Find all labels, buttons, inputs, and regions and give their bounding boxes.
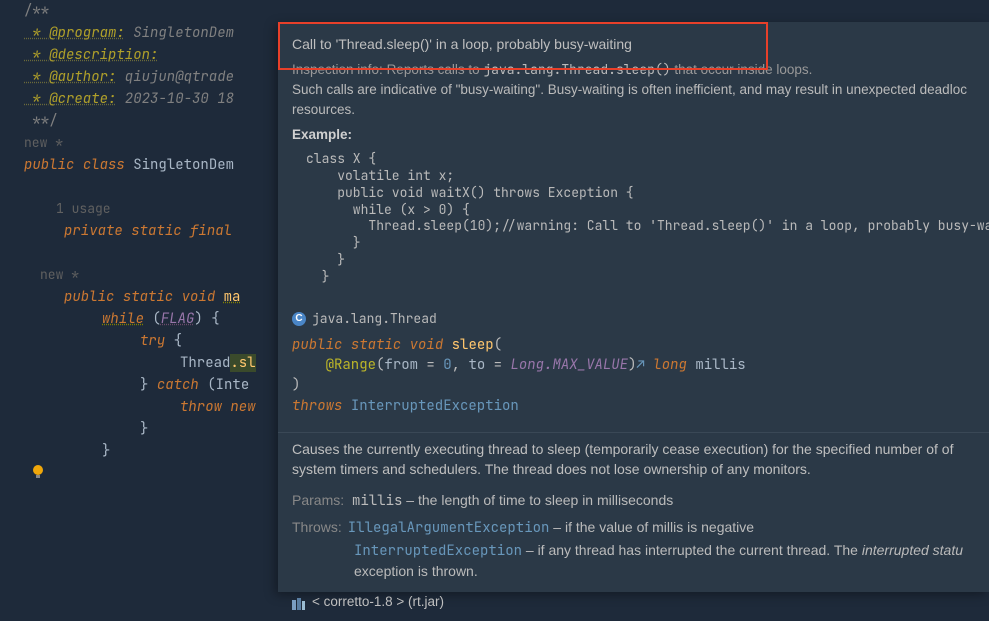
module-source[interactable]: < corretto-1.8 > (rt.jar) — [278, 582, 989, 612]
throws-section: Throws: IllegalArgumentException – if th… — [278, 511, 989, 582]
doc-comment-open: /** — [24, 0, 989, 22]
sig-method: sleep — [452, 336, 494, 354]
method-signature: public static void sleep( @Range(from = … — [292, 335, 975, 416]
sig-long: long — [653, 356, 687, 374]
throw2-text: – if any thread has interrupted the curr… — [522, 542, 862, 558]
sig-from: from — [384, 356, 418, 374]
param-name: millis — [352, 492, 402, 510]
info-text2: that occur inside loops. — [671, 62, 813, 77]
sig-param: millis — [695, 356, 745, 374]
keyword-catch: catch — [157, 376, 199, 394]
flag-ident: FLAG — [161, 310, 195, 328]
divider — [278, 432, 989, 433]
doc-tag: * @author: — [24, 68, 116, 86]
keyword-public: public — [24, 156, 74, 174]
example-label: Example: — [292, 127, 352, 142]
info-text: Reports calls to — [387, 62, 484, 77]
keyword-static: static — [131, 222, 181, 240]
class-reference[interactable]: C java.lang.Thread — [292, 310, 975, 329]
sig-zero: 0 — [443, 356, 451, 374]
thread-ident: Thread — [180, 354, 230, 372]
class-fqn: java.lang.Thread — [312, 310, 437, 329]
sig-public: public — [292, 336, 342, 354]
catch-param: (Inte — [207, 376, 249, 394]
documentation-popup: Call to 'Thread.sleep()' in a loop, prob… — [278, 22, 989, 592]
sig-void: void — [410, 336, 444, 354]
keyword-new: new — [230, 398, 255, 416]
doc-value: 2023-10-30 18 — [116, 90, 234, 108]
inspection-desc2: resources. — [292, 100, 975, 120]
library-icon — [292, 596, 306, 608]
brace-open: { — [165, 332, 182, 350]
throw1-text: – if the value of — [549, 519, 652, 535]
keyword-while: while — [102, 310, 144, 328]
keyword-static: static — [123, 288, 173, 306]
throw1-name[interactable]: IllegalArgumentException — [348, 519, 550, 537]
sig-to: to — [468, 356, 485, 374]
example-code: class X { volatile int x; public void wa… — [306, 151, 975, 286]
doc-value: SingletonDem — [125, 24, 234, 42]
keyword-public: public — [64, 288, 114, 306]
method-main: ma — [224, 288, 241, 306]
inspection-title: Call to 'Thread.sleep()' in a loop, prob… — [292, 34, 975, 54]
keyword-try: try — [140, 332, 165, 350]
params-section: Params: millis – the length of time to s… — [278, 480, 989, 511]
doc-tag: * @description: — [24, 46, 158, 64]
doc-tag: * @program: — [24, 24, 125, 42]
module-text: < corretto-1.8 > (rt.jar) — [312, 592, 444, 612]
method-description: Causes the currently executing thread to… — [278, 439, 989, 480]
sig-annotation: @Range — [326, 356, 376, 374]
sig-static: static — [351, 336, 401, 354]
throw2-italic: interrupted statu — [862, 542, 963, 558]
sleep-partial: .sl — [230, 354, 255, 372]
class-icon: C — [292, 312, 306, 326]
doc-tag: * @create: — [24, 90, 116, 108]
param-text: – the length of time to sleep in millise… — [402, 492, 673, 508]
throw2-name[interactable]: InterruptedException — [354, 542, 522, 560]
info-code: java.lang.Thread.sleep() — [483, 61, 670, 78]
keyword-private: private — [64, 222, 123, 240]
keyword-class: class — [83, 156, 125, 174]
class-name: SingletonDem — [133, 156, 234, 174]
keyword-void: void — [182, 288, 216, 306]
brace-close: } — [140, 376, 148, 394]
sig-throws: throws — [292, 397, 342, 415]
keyword-throw: throw — [180, 398, 222, 416]
inspection-info: Inspection info: Reports calls to java.l… — [292, 60, 975, 80]
params-label: Params: — [292, 492, 344, 508]
paren-open: ( — [152, 310, 160, 328]
throws-label: Throws: — [292, 517, 342, 538]
intention-bulb-icon[interactable] — [30, 464, 46, 480]
throw1-code: millis — [652, 519, 683, 535]
keyword-final: final — [190, 222, 232, 240]
info-label: Inspection info: — [292, 62, 387, 77]
sig-exception[interactable]: InterruptedException — [351, 397, 519, 415]
paren-close: ) { — [194, 310, 219, 328]
doc-value: qiujun@qtrade — [116, 68, 234, 86]
throw1-text2: is negative — [683, 519, 754, 535]
throw2-continuation: exception is thrown. — [354, 561, 975, 581]
sig-max: Long.MAX_VALUE — [510, 356, 628, 374]
inspection-desc: Such calls are indicative of "busy-waiti… — [292, 80, 975, 100]
